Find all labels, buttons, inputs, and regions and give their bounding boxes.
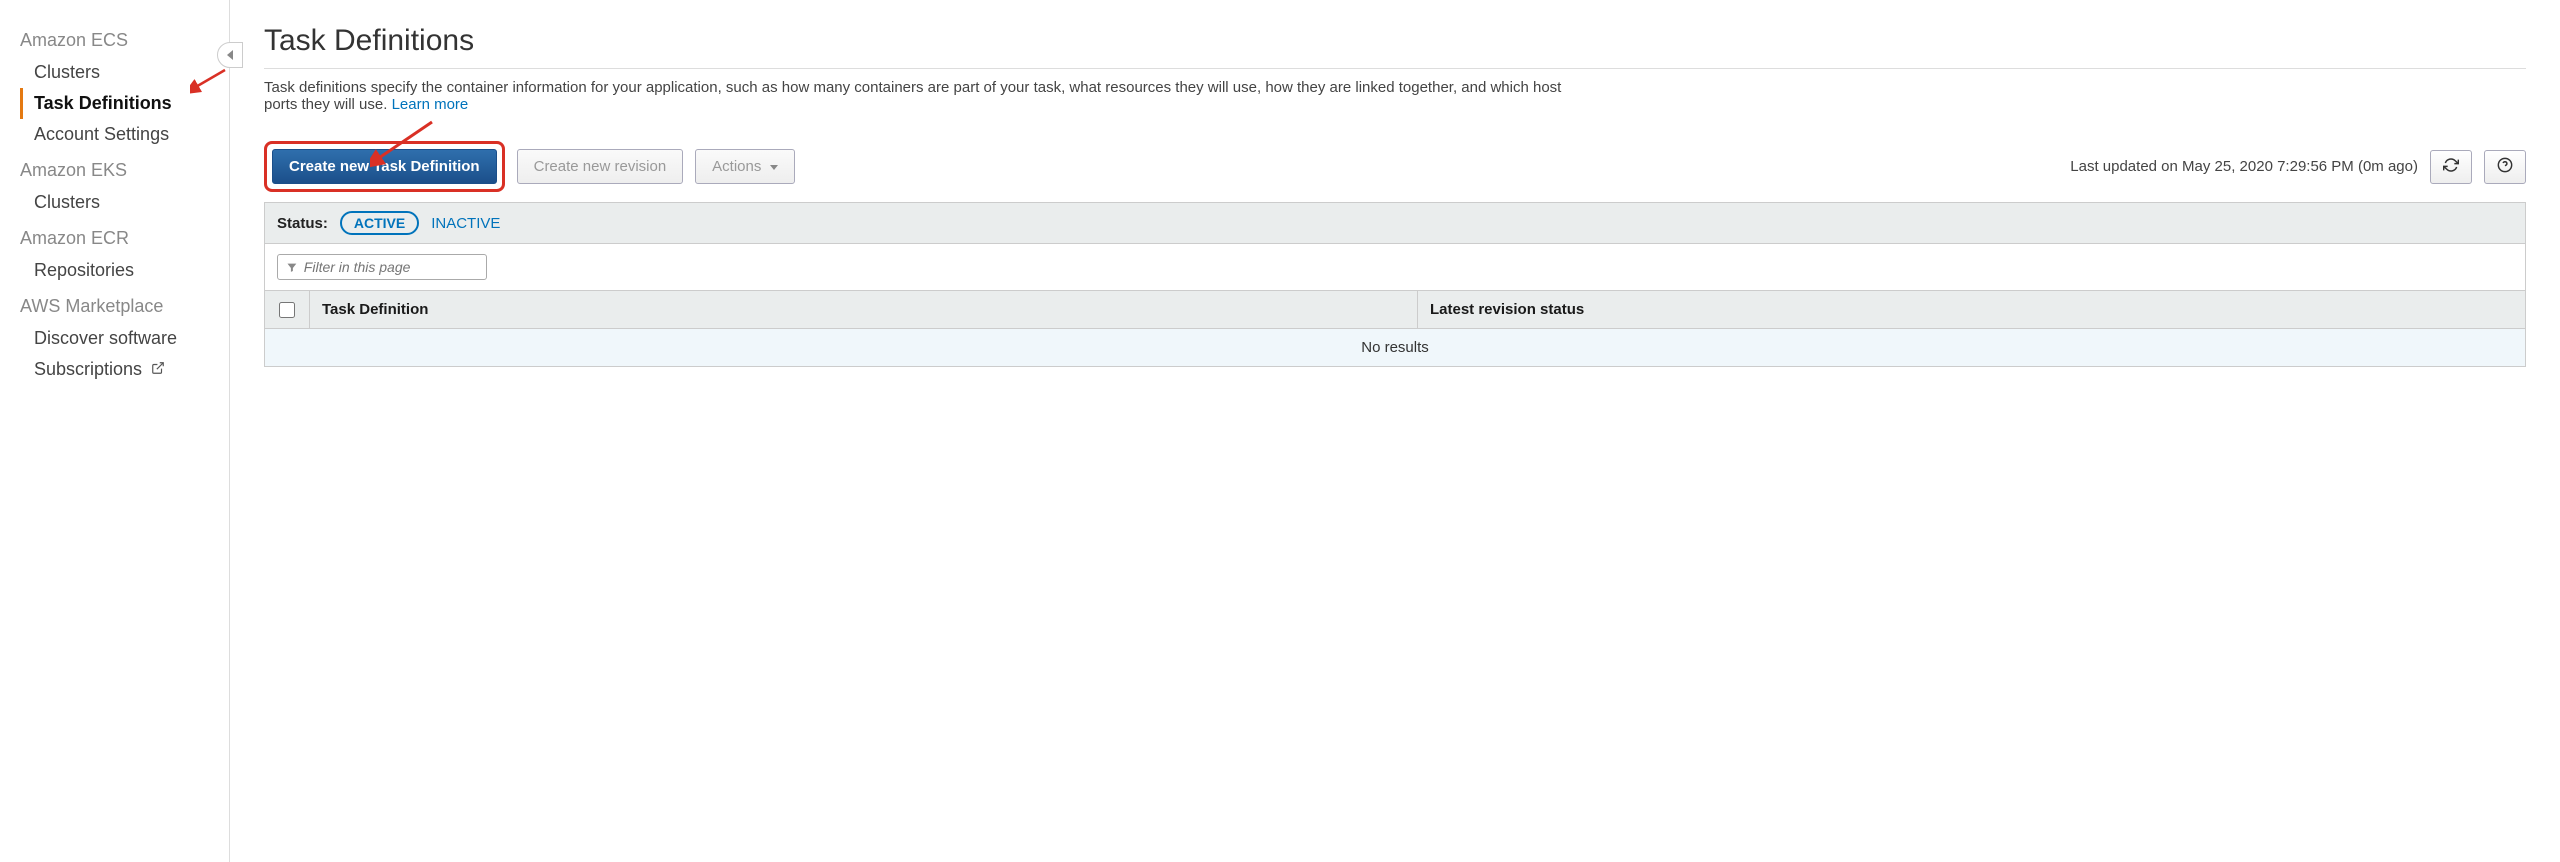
actions-label: Actions xyxy=(712,158,761,175)
annotation-highlight: Create new Task Definition xyxy=(264,141,505,192)
sidebar-group-marketplace: AWS Marketplace xyxy=(20,296,219,317)
caret-down-icon xyxy=(770,165,778,170)
actions-dropdown-button[interactable]: Actions xyxy=(695,149,794,184)
status-label: Status: xyxy=(277,215,328,232)
refresh-button[interactable] xyxy=(2430,150,2472,184)
sidebar-collapse-button[interactable] xyxy=(217,42,243,68)
status-filter-inactive[interactable]: INACTIVE xyxy=(431,215,500,232)
last-updated-text: Last updated on May 25, 2020 7:29:56 PM … xyxy=(2070,158,2418,175)
filter-row xyxy=(264,244,2526,291)
sidebar-item-repositories[interactable]: Repositories xyxy=(20,255,219,286)
table-no-results: No results xyxy=(264,329,2526,367)
learn-more-link[interactable]: Learn more xyxy=(392,96,469,113)
sidebar-item-account-settings[interactable]: Account Settings xyxy=(20,119,219,150)
create-new-task-definition-button[interactable]: Create new Task Definition xyxy=(272,149,497,184)
page-description: Task definitions specify the container i… xyxy=(264,79,1564,113)
help-button[interactable] xyxy=(2484,150,2526,184)
sidebar-item-discover-software[interactable]: Discover software xyxy=(20,323,219,354)
page-title: Task Definitions xyxy=(264,24,2526,69)
sidebar-group-ecs: Amazon ECS xyxy=(20,30,219,51)
sidebar-item-subscriptions[interactable]: Subscriptions xyxy=(20,354,219,385)
sidebar-item-label: Subscriptions xyxy=(34,359,142,379)
sidebar-group-ecr: Amazon ECR xyxy=(20,228,219,249)
sidebar: Amazon ECS Clusters Task Definitions Acc… xyxy=(0,0,230,862)
main-content: Task Definitions Task definitions specif… xyxy=(230,0,2560,862)
sidebar-item-clusters-eks[interactable]: Clusters xyxy=(20,187,219,218)
external-link-icon xyxy=(151,362,165,379)
table-header-latest-revision-status[interactable]: Latest revision status xyxy=(1417,291,2525,328)
select-all-checkbox[interactable] xyxy=(279,302,295,318)
table-header: Task Definition Latest revision status xyxy=(264,291,2526,329)
status-bar: Status: ACTIVE INACTIVE xyxy=(264,202,2526,244)
filter-input[interactable] xyxy=(304,259,478,275)
chevron-left-icon xyxy=(227,50,233,60)
create-new-revision-button[interactable]: Create new revision xyxy=(517,149,684,184)
filter-input-wrap[interactable] xyxy=(277,254,487,280)
table-header-checkbox-cell xyxy=(265,294,309,326)
help-icon xyxy=(2497,157,2513,173)
status-filter-active[interactable]: ACTIVE xyxy=(340,211,419,235)
toolbar: Create new Task Definition Create new re… xyxy=(264,141,2526,192)
filter-icon xyxy=(286,261,298,274)
refresh-icon xyxy=(2443,157,2459,173)
sidebar-item-task-definitions[interactable]: Task Definitions xyxy=(20,88,219,119)
table-header-task-definition[interactable]: Task Definition xyxy=(309,291,1417,328)
sidebar-item-clusters-ecs[interactable]: Clusters xyxy=(20,57,219,88)
sidebar-group-eks: Amazon EKS xyxy=(20,160,219,181)
